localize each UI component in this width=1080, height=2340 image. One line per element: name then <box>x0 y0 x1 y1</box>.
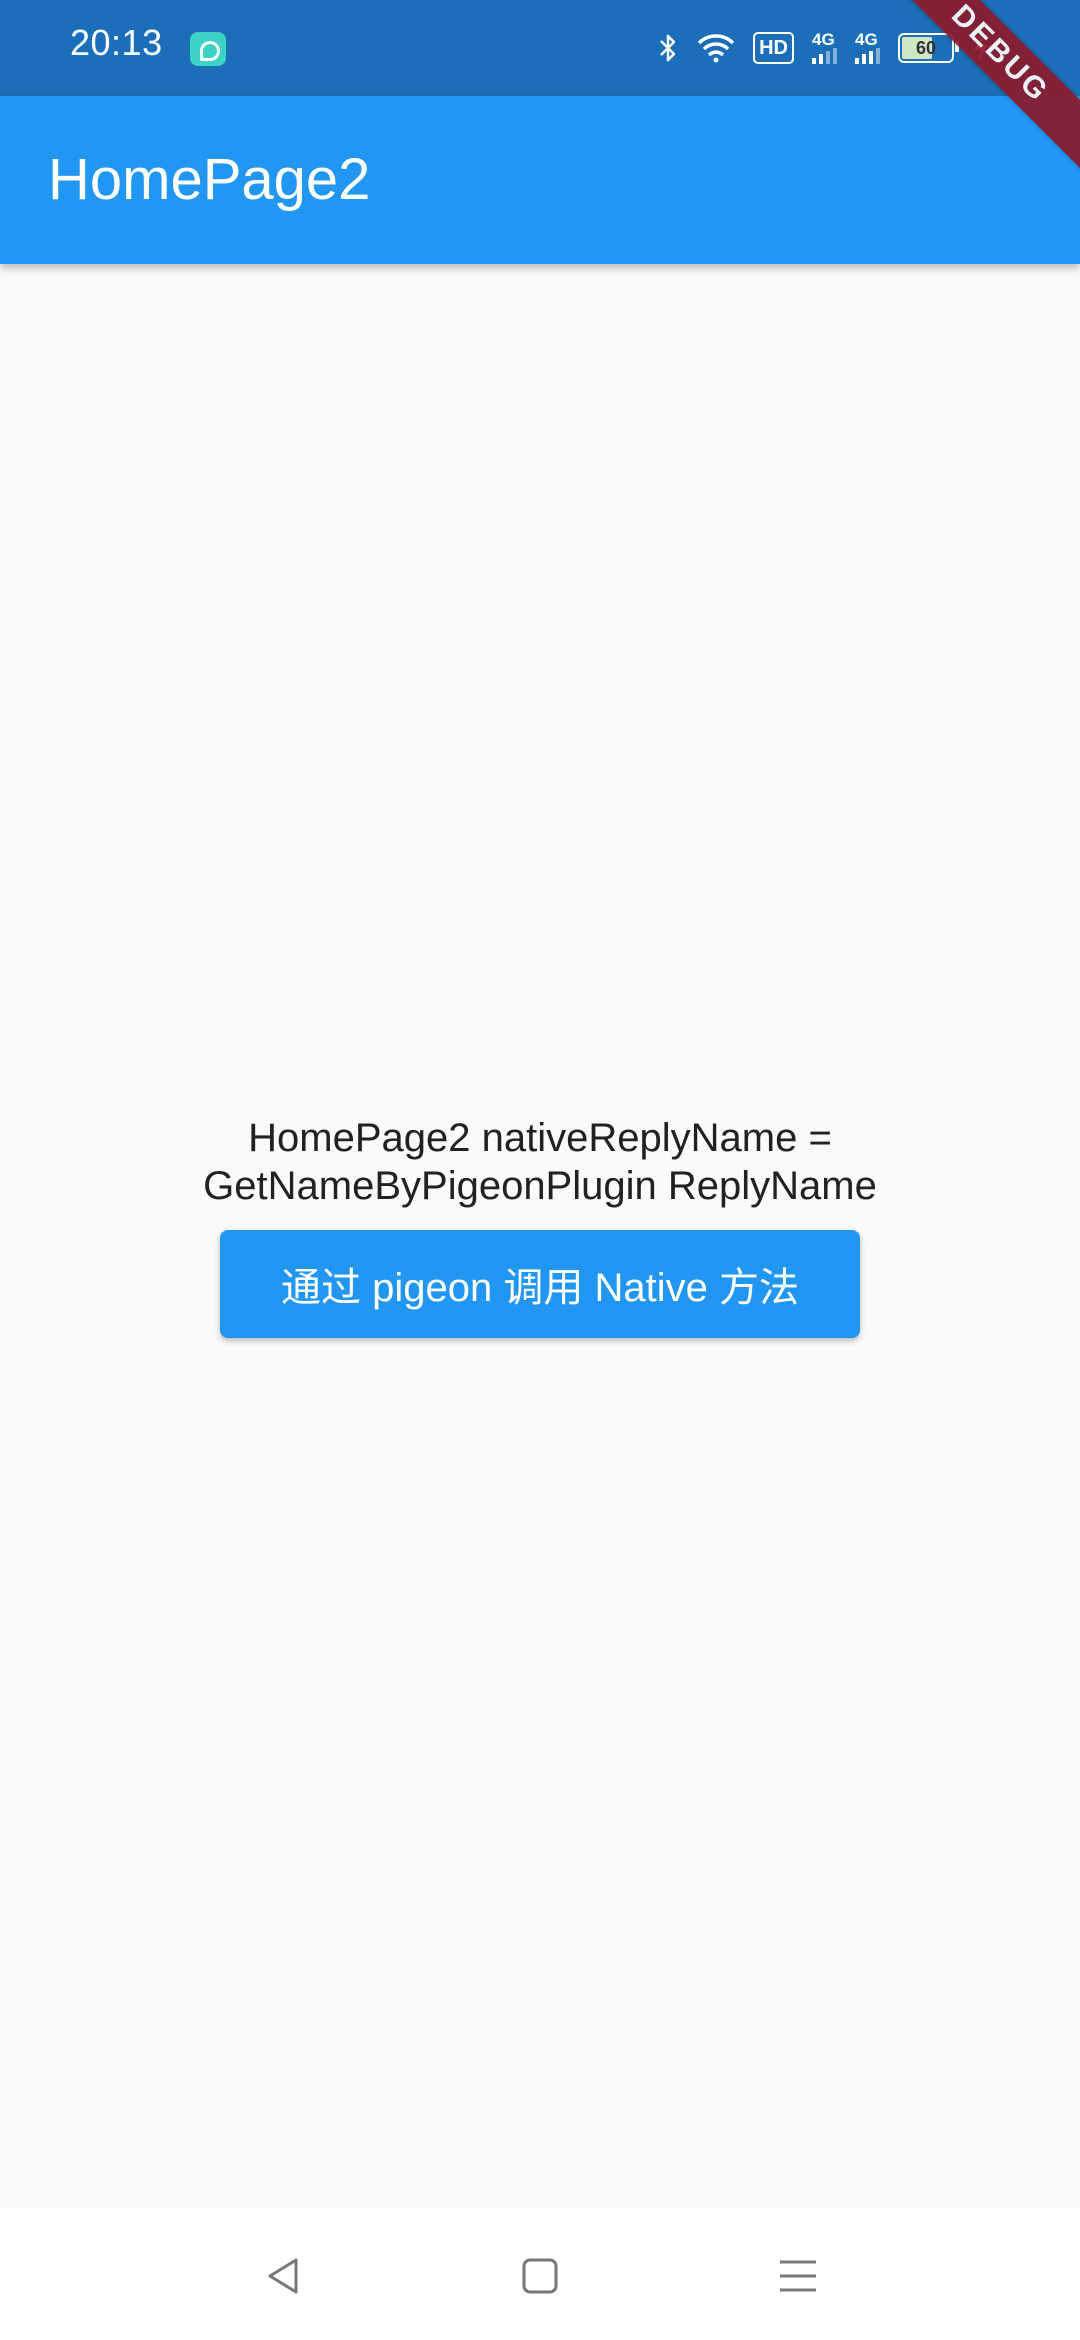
wifi-icon <box>697 33 735 63</box>
menu-lines-icon[interactable] <box>776 2254 820 2298</box>
system-nav-bar <box>0 2208 1080 2340</box>
main-content: HomePage2 nativeReplyName = GetNameByPig… <box>0 264 1080 2208</box>
notification-app-icon <box>190 32 226 66</box>
status-time: 20:13 <box>70 22 163 63</box>
network-type-label-2: 4G <box>855 30 878 49</box>
signal-4g-icon-2: 4G <box>855 30 880 64</box>
battery-icon: 60 <box>898 33 959 63</box>
reply-message-line-1: HomePage2 nativeReplyName = <box>248 1116 832 1160</box>
call-native-button[interactable]: 通过 pigeon 调用 Native 方法 <box>220 1230 860 1338</box>
hd-voice-icon: HD <box>753 32 794 64</box>
app-bar: HomePage2 <box>0 96 1080 264</box>
bluetooth-icon <box>657 32 679 64</box>
home-square-icon[interactable] <box>518 2254 562 2298</box>
page-title: HomePage2 <box>48 147 371 212</box>
status-icons: HD 4G 4G 60 <box>657 26 990 70</box>
network-type-label: 4G <box>812 30 835 49</box>
back-triangle-icon[interactable] <box>262 2254 306 2298</box>
status-bar: 20:13 HD 4G 4G 60 <box>0 0 1080 96</box>
signal-4g-icon: 4G <box>812 30 837 64</box>
reply-message: HomePage2 nativeReplyName = GetNameByPig… <box>0 1114 1080 1210</box>
reply-message-line-2: GetNameByPigeonPlugin ReplyName <box>203 1164 877 1208</box>
battery-level: 60 <box>915 37 937 58</box>
